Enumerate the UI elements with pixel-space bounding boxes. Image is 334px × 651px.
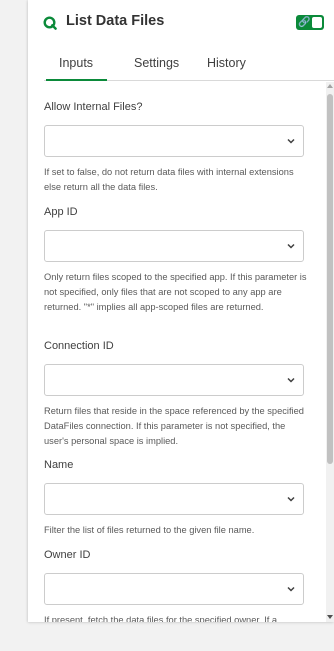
chevron-down-icon: [287, 243, 295, 249]
field-connection-id: Connection ID Return files that reside i…: [44, 339, 307, 449]
tab-settings[interactable]: Settings: [134, 56, 179, 70]
field-help-text: If present, fetch the data files for the…: [44, 615, 278, 622]
field-app-id: App ID Only return files scoped to the s…: [44, 205, 307, 315]
field-label: Allow Internal Files?: [44, 101, 143, 113]
field-allow-internal-files: Allow Internal Files? If set to false, d…: [44, 100, 307, 195]
app-id-select[interactable]: [44, 230, 304, 262]
panel-header: List Data Files 🔗: [28, 0, 334, 44]
block-config-panel: List Data Files 🔗 Inputs Settings Histor…: [28, 0, 334, 622]
scroll-down-arrow-icon[interactable]: [327, 615, 333, 619]
toggle-knob: [312, 17, 322, 28]
field-owner-id: Owner ID If present, fetch the data file…: [44, 548, 307, 622]
field-name: Name Filter the list of files returned t…: [44, 458, 307, 538]
tab-bar: Inputs Settings History: [44, 44, 334, 81]
field-help-text: If set to false, do not return data file…: [44, 167, 294, 192]
tab-inputs[interactable]: Inputs: [45, 56, 108, 81]
chevron-down-icon: [287, 138, 295, 144]
field-help-text: Filter the list of files returned to the…: [44, 525, 255, 535]
connection-id-select[interactable]: [44, 364, 304, 396]
qlik-logo-icon: [43, 16, 57, 30]
inputs-form: Allow Internal Files? If set to false, d…: [28, 82, 326, 622]
field-label: Connection ID: [44, 340, 114, 352]
chevron-down-icon: [287, 377, 295, 383]
link-icon: 🔗: [298, 17, 311, 28]
field-help-text: Only return files scoped to the specifie…: [44, 272, 307, 312]
panel-title: List Data Files: [66, 13, 165, 29]
scroll-up-arrow-icon[interactable]: [327, 84, 333, 88]
name-select[interactable]: [44, 483, 304, 515]
chevron-down-icon: [287, 496, 295, 502]
allow-internal-files-select[interactable]: [44, 125, 304, 157]
field-help-text: Return files that reside in the space re…: [44, 406, 304, 446]
field-label: Owner ID: [44, 549, 91, 561]
field-label: App ID: [44, 206, 78, 218]
chevron-down-icon: [287, 586, 295, 592]
owner-id-select[interactable]: [44, 573, 304, 605]
field-label: Name: [44, 459, 74, 471]
scrollbar-thumb[interactable]: [327, 94, 333, 464]
vertical-scrollbar[interactable]: [326, 82, 334, 622]
tab-history[interactable]: History: [207, 56, 246, 70]
link-toggle[interactable]: 🔗: [296, 15, 324, 30]
